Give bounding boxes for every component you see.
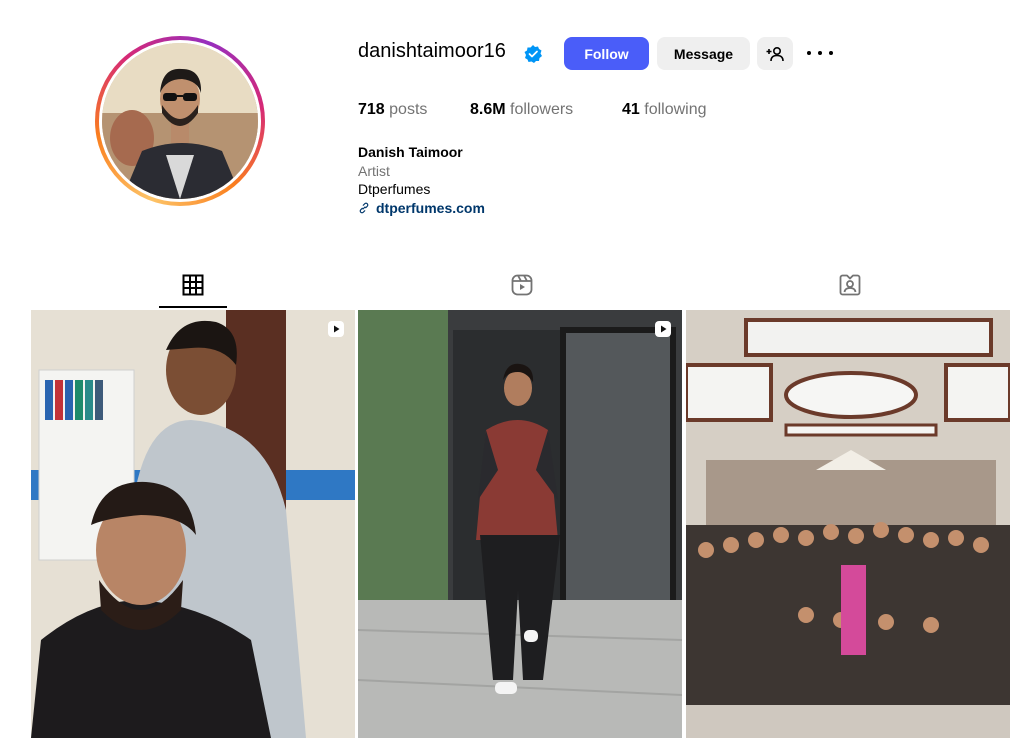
- profile-bio: Dtperfumes: [358, 181, 431, 197]
- add-user-icon: [766, 46, 784, 61]
- grid-icon[interactable]: [181, 273, 205, 297]
- suggested-users-button[interactable]: [757, 37, 793, 70]
- profile-website-text: dtperfumes.com: [376, 200, 485, 216]
- profile-website-link[interactable]: dtperfumes.com: [358, 200, 485, 216]
- profile-username: danishtaimoor16: [358, 40, 506, 62]
- followers-count[interactable]: 8.6M followers: [470, 101, 573, 119]
- reel-badge-icon: [328, 321, 344, 337]
- post-thumbnail-3[interactable]: [686, 310, 1010, 738]
- active-tab-indicator: [159, 306, 227, 308]
- followers-count-value: 8.6M: [470, 101, 506, 118]
- post-thumbnail-1[interactable]: [31, 310, 355, 738]
- follow-button[interactable]: Follow: [564, 37, 649, 70]
- tagged-icon[interactable]: [838, 273, 862, 297]
- post-image-barber-scene: [31, 310, 355, 738]
- more-options-icon[interactable]: [807, 42, 833, 64]
- followers-count-label: followers: [510, 101, 574, 118]
- message-button[interactable]: Message: [657, 37, 750, 70]
- link-icon: [359, 202, 369, 214]
- avatar-figure: [102, 43, 258, 199]
- post-image-walking-man: [358, 310, 682, 738]
- posts-count: 718 posts: [358, 101, 427, 119]
- avatar-story-ring[interactable]: [95, 36, 265, 206]
- reels-icon[interactable]: [510, 273, 534, 297]
- profile-full-name: Danish Taimoor: [358, 144, 463, 160]
- post-thumbnail-2[interactable]: [358, 310, 682, 738]
- following-count-value: 41: [622, 101, 640, 118]
- profile-category: Artist: [358, 163, 390, 179]
- verified-badge-icon: [524, 45, 542, 63]
- posts-count-label: posts: [389, 101, 428, 118]
- reel-badge-icon: [655, 321, 671, 337]
- following-count-label: following: [644, 101, 707, 118]
- post-image-group-photo: [686, 310, 1010, 738]
- following-count[interactable]: 41 following: [622, 101, 707, 119]
- avatar[interactable]: [102, 43, 258, 199]
- posts-count-value: 718: [358, 101, 385, 118]
